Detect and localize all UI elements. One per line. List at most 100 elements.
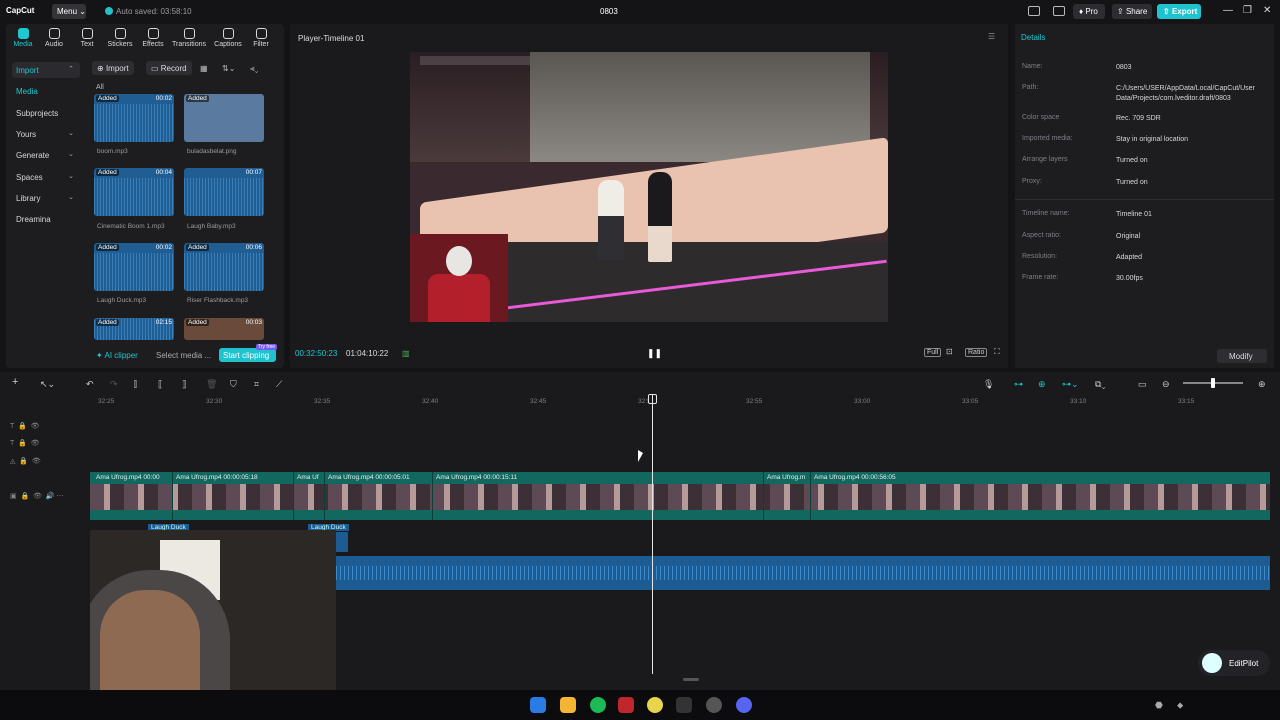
snapshot-icon[interactable]: ⊡	[946, 347, 953, 356]
close-icon[interactable]: ✕	[1263, 5, 1271, 16]
split-left-icon[interactable]: ⟦	[158, 379, 162, 390]
playhead[interactable]	[652, 394, 653, 674]
media-name: Cinematic Boom 1.mp3	[97, 223, 165, 230]
mic-tray-icon[interactable]: ⬥	[1177, 700, 1183, 711]
ratio-button[interactable]: Ratio	[965, 348, 988, 357]
media-card[interactable]: Added 00:03	[184, 318, 264, 340]
tab-media[interactable]: Media	[6, 28, 40, 48]
start-clipping-button[interactable]: Start clipping	[219, 348, 276, 362]
scroll-handle[interactable]	[683, 678, 699, 681]
media-card[interactable]: Added 00:02	[94, 94, 174, 142]
capcut-icon[interactable]	[676, 697, 692, 713]
magnet-icon[interactable]: ⊕	[1038, 379, 1046, 390]
sidebar-item-library[interactable]: Library ⌄	[12, 190, 80, 206]
delete-icon[interactable]: 🗑	[206, 379, 217, 390]
clip-label[interactable]: Ama Ufrog.mp4 00:00:05:01	[328, 474, 410, 481]
editpilot-button[interactable]: EditPilot	[1198, 650, 1270, 676]
audio-track[interactable]	[336, 556, 1270, 590]
pro-button[interactable]: ♦ Pro	[1073, 4, 1105, 19]
layout-icon[interactable]	[1028, 6, 1040, 16]
clip-label[interactable]: Ama Ufrog.mp4 00:00:56:05	[814, 474, 896, 481]
media-card[interactable]: Added 00:02	[94, 243, 174, 291]
minimize-icon[interactable]: —	[1223, 5, 1233, 16]
zoom-in-icon[interactable]: ⊕	[1258, 379, 1266, 390]
app-icon[interactable]	[618, 697, 634, 713]
discord-icon[interactable]	[736, 697, 752, 713]
caption-track-icon[interactable]: ▭	[1138, 379, 1147, 390]
media-card[interactable]: Added 02:15	[94, 318, 174, 340]
full-button[interactable]: Full	[924, 348, 942, 357]
clip-label[interactable]: Ama Uf	[297, 474, 319, 481]
clip-label[interactable]: Ama Ufrog.mp4 00:00	[96, 474, 160, 481]
sidebar-item-dreamina[interactable]: Dreamina	[12, 211, 80, 227]
taskbar: ⬣ ⬥	[0, 690, 1280, 720]
zoom-out-icon[interactable]: ⊖	[1162, 379, 1170, 390]
pause-icon[interactable]: ❚❚	[647, 348, 662, 359]
clip-label[interactable]: Ama Ufrog.mp4 00:00:15:11	[436, 474, 517, 481]
sidebar-item-spaces[interactable]: Spaces ⌄	[12, 169, 80, 185]
sidebar-item-yours[interactable]: Yours ⌄	[12, 126, 80, 142]
media-card[interactable]: Added 00:06	[184, 243, 264, 291]
export-button[interactable]: ⇧ Export	[1157, 4, 1201, 19]
import-button[interactable]: ⊕ Import	[92, 61, 134, 75]
add-icon[interactable]: +	[12, 376, 18, 388]
clip-label[interactable]: Ama Ufrog.mp4 00:00:05:18	[176, 474, 258, 481]
panel-icon[interactable]	[1053, 6, 1065, 16]
audio-clip[interactable]	[336, 532, 348, 552]
menu-button[interactable]: Menu ⌄	[52, 4, 86, 19]
split-icon[interactable]: ⫿	[134, 379, 137, 390]
main-video-track[interactable]: Ama Ufrog.mp4 00:00 Ama Ufrog.mp4 00:00:…	[90, 472, 1270, 520]
media-name: boom.mp3	[97, 148, 128, 155]
sidebar-import[interactable]: Import ⌃	[12, 62, 80, 78]
text-track-controls[interactable]: T 🔒 👁	[10, 422, 40, 430]
media-card[interactable]: 00:07	[184, 168, 264, 216]
tab-transitions[interactable]: Transitions	[172, 28, 206, 48]
filter-all-label[interactable]: All	[96, 84, 104, 91]
filter-funnel-icon[interactable]: ⫷⌄	[250, 64, 258, 74]
record-button[interactable]: ▭ Record	[146, 61, 192, 75]
chrome-icon[interactable]	[647, 697, 663, 713]
media-card[interactable]: Added 00:04	[94, 168, 174, 216]
preview-axis-icon[interactable]: ⧉⌄	[1095, 379, 1106, 390]
sort-icon[interactable]: ⇅⌄	[222, 64, 235, 73]
link-icon[interactable]: ⊶⌄	[1062, 379, 1079, 390]
tray-icon[interactable]: ⬣	[1155, 700, 1163, 711]
crop-icon[interactable]: ⌗	[254, 379, 259, 390]
fullscreen-icon[interactable]: ⛶	[994, 347, 1000, 357]
tab-captions[interactable]: Captions	[211, 28, 245, 48]
redo-icon[interactable]: ↷	[110, 379, 118, 390]
main-track-controls[interactable]: ▣ 🔒 👁 🔊 ⋯	[10, 492, 64, 500]
magic-wand-icon[interactable]: ⟋	[276, 379, 282, 390]
zoom-slider-knob[interactable]	[1211, 378, 1215, 388]
restore-icon[interactable]: ❐	[1243, 5, 1252, 16]
tab-effects[interactable]: Effects	[136, 28, 170, 48]
text-track-controls[interactable]: T 🔒 👁	[10, 439, 40, 447]
ai-clipper-button[interactable]: ✦ AI clipper	[96, 351, 138, 360]
media-card[interactable]: Added	[184, 94, 264, 142]
share-button[interactable]: ⇪ Share	[1112, 4, 1152, 19]
spotify-icon[interactable]	[590, 697, 606, 713]
clip-label[interactable]: Ama Ufrog.m	[767, 474, 805, 481]
tab-audio[interactable]: Audio	[37, 28, 71, 48]
hamburger-icon[interactable]: ☰	[988, 32, 995, 41]
windows-start-icon[interactable]	[530, 697, 546, 713]
file-explorer-icon[interactable]	[560, 697, 576, 713]
player-title: Player-Timeline 01	[298, 34, 365, 43]
video-preview[interactable]	[410, 52, 888, 322]
grid-view-icon[interactable]: ▦	[200, 64, 208, 73]
tab-text[interactable]: Text	[70, 28, 104, 48]
modify-button[interactable]: Modify	[1217, 349, 1267, 363]
undo-icon[interactable]: ↶	[86, 379, 94, 390]
tab-filter[interactable]: Filter	[244, 28, 278, 48]
sidebar-item-media[interactable]: Media	[12, 83, 80, 99]
split-right-icon[interactable]: ⟧	[182, 379, 186, 390]
microphone-icon[interactable]: 🎙	[983, 379, 994, 390]
select-tool-icon[interactable]: ↖⌄	[40, 379, 55, 390]
sidebar-item-subprojects[interactable]: Subprojects	[12, 105, 80, 121]
tab-stickers[interactable]: Stickers	[103, 28, 137, 48]
shield-icon[interactable]: ⛉	[230, 379, 237, 390]
obs-icon[interactable]	[706, 697, 722, 713]
link-main-icon[interactable]: ⊶	[1014, 379, 1023, 390]
sidebar-item-generate[interactable]: Generate ⌄	[12, 147, 80, 163]
effect-track-controls[interactable]: ◬ 🔒 👁	[10, 457, 41, 465]
